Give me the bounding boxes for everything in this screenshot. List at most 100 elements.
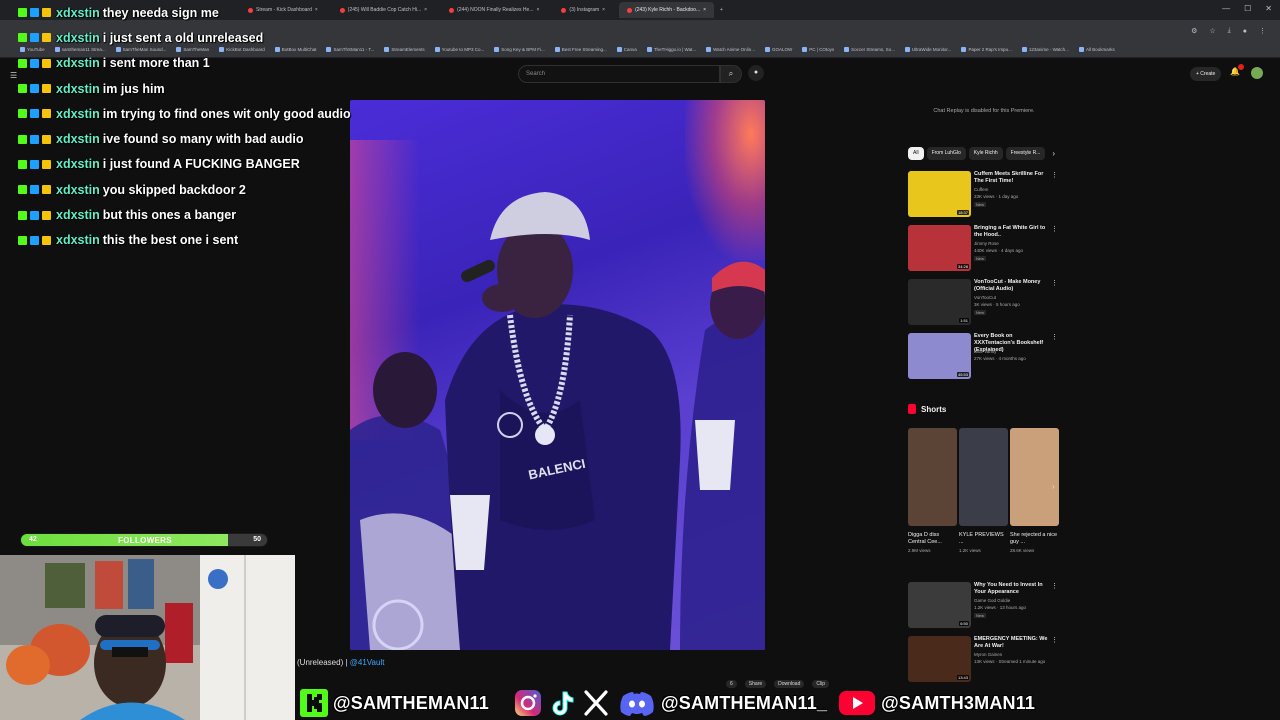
- followers-goal-target: 50: [253, 536, 261, 543]
- search-input[interactable]: Search: [518, 65, 720, 83]
- bookmark-item[interactable]: Canva: [616, 47, 637, 52]
- channel-name[interactable]: Cuffem: [974, 187, 988, 192]
- channel-name[interactable]: Blue Vanity: [974, 349, 996, 354]
- channel-name[interactable]: Jimmy Rose: [974, 241, 999, 246]
- more-options-icon[interactable]: ⋮: [1051, 279, 1058, 287]
- more-options-icon[interactable]: ⋮: [1051, 582, 1058, 590]
- bookmark-label: Canva: [623, 47, 637, 52]
- short-thumbnail[interactable]: [1010, 428, 1059, 526]
- bookmark-item[interactable]: UltraWide Monitor...: [904, 47, 951, 52]
- tab-close-icon[interactable]: ×: [602, 7, 605, 13]
- filter-chip[interactable]: Freestyle R...: [1005, 147, 1046, 160]
- tab-close-icon[interactable]: ×: [703, 7, 706, 13]
- short-title[interactable]: Digga D diss Central Cee...: [908, 532, 957, 546]
- bookmark-star-icon[interactable]: ☆: [1209, 27, 1215, 35]
- menu-dots-icon[interactable]: ⋮: [1259, 27, 1266, 35]
- channel-name[interactable]: VonTooCut: [974, 295, 996, 300]
- bookmark-item[interactable]: Watch Anime Onlin...: [706, 47, 755, 52]
- more-options-icon[interactable]: ⋮: [1051, 636, 1058, 644]
- short-card[interactable]: KYLE PREVIEWS ... 1.2K views: [959, 428, 1008, 553]
- bookmark-item[interactable]: TheTHiggo.io | Wat...: [646, 47, 696, 52]
- account-avatar[interactable]: [1251, 67, 1263, 79]
- video-player[interactable]: BALENCI: [350, 100, 765, 650]
- channel-name[interactable]: Myron Gaines: [974, 652, 1002, 657]
- video-thumbnail[interactable]: 45:53: [908, 333, 971, 379]
- channel-name[interactable]: Game God Goldie: [974, 598, 1010, 603]
- minimize-icon[interactable]: —: [1222, 4, 1230, 13]
- chat-username: xdxstin: [56, 233, 100, 248]
- create-button[interactable]: + Create: [1190, 67, 1222, 81]
- voice-search-button[interactable]: ●: [748, 65, 764, 81]
- browser-tab[interactable]: (244) NOON Finally Realizes He... ×: [441, 2, 547, 18]
- recommended-video[interactable]: 13:43 EMERGENCY MEETING: We Are At War! My…: [908, 636, 1060, 684]
- short-thumbnail[interactable]: [908, 428, 957, 526]
- video-thumbnail[interactable]: 13:43: [908, 636, 971, 682]
- chat-message: xdxstin im trying to find ones wit only g…: [18, 101, 398, 126]
- bookmark-favicon-icon: [961, 47, 967, 52]
- tab-close-icon[interactable]: ×: [537, 7, 540, 13]
- video-thumbnail[interactable]: 34:28: [908, 225, 971, 271]
- bookmark-item[interactable]: PC | COtoys: [802, 47, 834, 52]
- recommended-video[interactable]: 18:37 Cuffem Meets Skrilline For The Firs…: [908, 171, 1060, 219]
- bookmark-item[interactable]: Song Key & BPM Fi...: [494, 47, 545, 52]
- browser-tab-label: (244) NOON Finally Realizes He...: [457, 7, 534, 13]
- short-card[interactable]: Digga D diss Central Cee... 2.9M views: [908, 428, 957, 553]
- video-thumbnail[interactable]: 18:37: [908, 171, 971, 217]
- bookmark-item[interactable]: Paper 2 Rap's Impu...: [961, 47, 1012, 52]
- extensions-icon[interactable]: ⚙: [1191, 27, 1197, 35]
- filter-chip[interactable]: Kyle Richh: [968, 147, 1003, 160]
- search-button[interactable]: ⌕: [720, 65, 742, 83]
- new-tab-icon[interactable]: +: [720, 7, 723, 13]
- video-meta: 23K views · 1 day ago: [974, 194, 1019, 199]
- short-title[interactable]: She rejected a nice guy ...: [1010, 532, 1059, 546]
- recommended-video[interactable]: 1:51 VonTooCut - Make Money (Official Aud…: [908, 279, 1060, 327]
- shorts-title: Shorts: [921, 404, 947, 414]
- downloads-icon[interactable]: ⤓: [1228, 27, 1231, 35]
- video-thumbnail[interactable]: 1:51: [908, 279, 971, 325]
- filter-chip[interactable]: All: [908, 147, 924, 160]
- bookmark-item[interactable]: Soccer Streams, So...: [844, 47, 895, 52]
- more-options-icon[interactable]: ⋮: [1051, 225, 1058, 233]
- verified-badge-icon: [30, 109, 39, 119]
- video-title[interactable]: Cuffem Meets Skrilline For The First Tim…: [974, 171, 1054, 185]
- more-options-icon[interactable]: ⋮: [1051, 333, 1058, 341]
- video-title[interactable]: EMERGENCY MEETING: We Are At War!: [974, 636, 1054, 650]
- bookmark-item[interactable]: All Bookmarks: [1078, 47, 1115, 52]
- bookmark-item[interactable]: Best Free Streaming...: [554, 47, 607, 52]
- bookmark-label: 123anime - Watch...: [1028, 47, 1069, 52]
- recommended-video[interactable]: 6:50 Why You Need to Invest In Your Appea…: [908, 582, 1060, 630]
- video-thumbnail[interactable]: 6:50: [908, 582, 971, 628]
- tiktok-icon: [552, 691, 574, 716]
- video-title[interactable]: Bringing a Fat White Girl to the Hood..: [974, 225, 1054, 239]
- short-meta: 28.6K views: [1010, 548, 1035, 553]
- bookmark-label: Paper 2 Rap's Impu...: [968, 47, 1012, 52]
- short-title[interactable]: KYLE PREVIEWS ...: [959, 532, 1008, 546]
- shorts-next-arrow-icon[interactable]: ›: [1052, 482, 1055, 491]
- profile-icon[interactable]: ●: [1243, 28, 1247, 35]
- bookmark-favicon-icon: [494, 47, 500, 52]
- video-channel-link[interactable]: @41Vault: [350, 658, 385, 667]
- filter-chip[interactable]: From LuhGlo: [926, 147, 966, 160]
- bookmark-item[interactable]: 123anime - Watch...: [1021, 47, 1069, 52]
- verified-badge-icon: [30, 134, 39, 144]
- video-duration: 1:51: [959, 318, 969, 323]
- browser-tab[interactable]: (3) Instagram ×: [553, 2, 613, 18]
- shorts-header: Shorts: [908, 404, 946, 414]
- recommended-video[interactable]: 34:28 Bringing a Fat White Girl to the Ho…: [908, 225, 1060, 273]
- close-icon[interactable]: ✕: [1265, 4, 1272, 13]
- recommended-video[interactable]: 45:53 Every Book on XXXTentacion's Booksh…: [908, 333, 1060, 381]
- hamburger-menu-icon[interactable]: ☰: [10, 71, 17, 80]
- short-thumbnail[interactable]: [959, 428, 1008, 526]
- video-title[interactable]: VonTooCut - Make Money (Official Audio): [974, 279, 1054, 293]
- more-options-icon[interactable]: ⋮: [1051, 171, 1058, 179]
- chips-next-arrow-icon[interactable]: ›: [1052, 149, 1055, 158]
- bookmark-item[interactable]: GOALOW: [764, 47, 792, 52]
- crown-badge-icon: [42, 235, 51, 245]
- chat-text: you skipped backdoor 2: [102, 182, 246, 197]
- tab-close-icon[interactable]: ×: [424, 7, 427, 13]
- bookmark-item[interactable]: Youtube to MP3 Co...: [434, 47, 484, 52]
- browser-tab[interactable]: (243) Kyle Richh - Backdoo... ×: [619, 2, 715, 18]
- video-title[interactable]: Why You Need to Invest In Your Appearanc…: [974, 582, 1054, 596]
- maximize-icon[interactable]: ☐: [1244, 4, 1251, 13]
- video-title-text: (Unreleased) |: [297, 658, 348, 667]
